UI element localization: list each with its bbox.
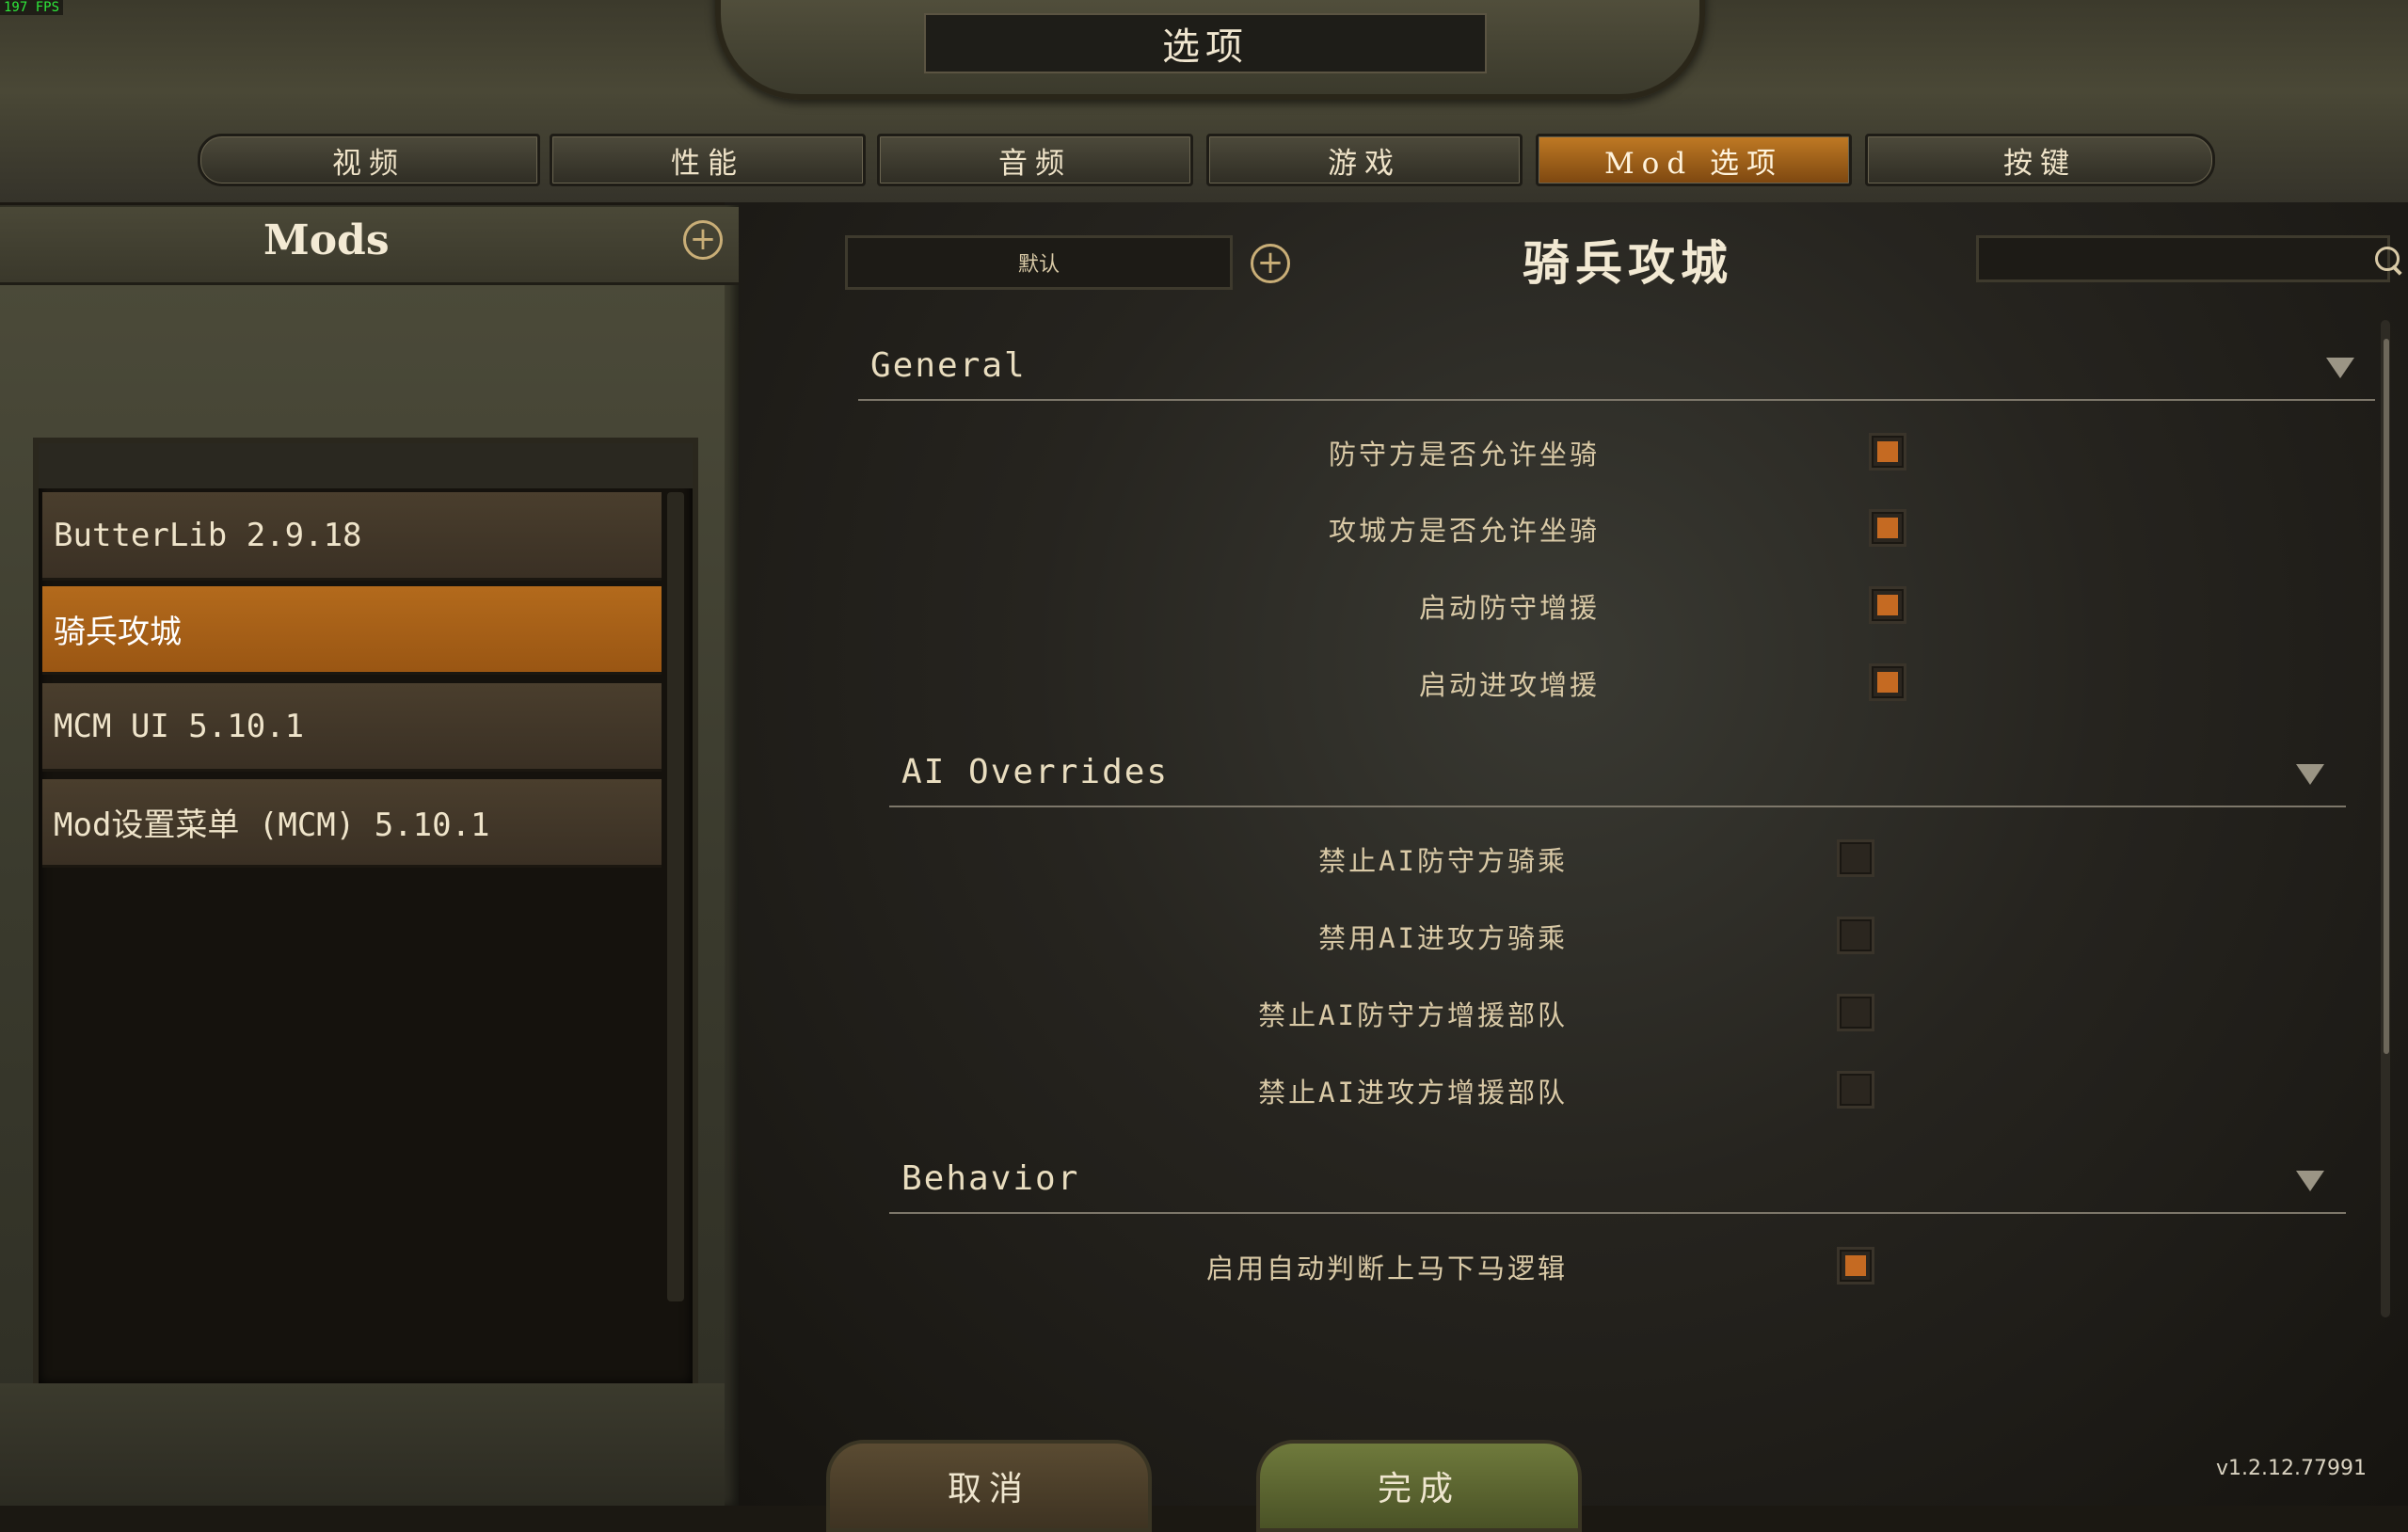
collapse-general-chevron-icon[interactable] xyxy=(2326,358,2354,378)
tab-video[interactable]: 视频 xyxy=(198,134,540,186)
option-checkbox[interactable] xyxy=(1869,586,1906,624)
option-label: 禁止AI防守方增援部队 xyxy=(1258,999,1568,1031)
done-button[interactable]: 完成 xyxy=(1256,1440,1582,1532)
add-preset-plus-icon[interactable]: + xyxy=(1251,244,1290,283)
mod-item-mcm[interactable]: Mod设置菜单 (MCM) 5.10.1 xyxy=(42,779,662,868)
option-label: 启动防守增援 xyxy=(1418,592,1600,624)
mod-list-scrollbar[interactable] xyxy=(667,492,684,1301)
tab-mod-options[interactable]: Mod 选项 xyxy=(1536,134,1852,186)
option-checkbox[interactable] xyxy=(1837,994,1874,1031)
search-icon[interactable] xyxy=(2375,247,2400,271)
option-label: 启用自动判断上马下马逻辑 xyxy=(1205,1253,1568,1285)
group-divider xyxy=(889,1212,2346,1214)
tab-game[interactable]: 游戏 xyxy=(1206,134,1523,186)
cancel-button[interactable]: 取消 xyxy=(826,1440,1152,1532)
tab-keybinds[interactable]: 按键 xyxy=(1865,134,2215,186)
tab-bar: 视频 性能 音频 游戏 Mod 选项 按键 xyxy=(198,134,2215,186)
window-title: 选项 xyxy=(924,13,1487,73)
search-input[interactable] xyxy=(1976,235,2390,282)
tab-performance[interactable]: 性能 xyxy=(550,134,866,186)
option-checkbox[interactable] xyxy=(1837,839,1874,877)
option-checkbox[interactable] xyxy=(1837,917,1874,954)
mods-panel-footer xyxy=(0,1383,725,1506)
option-label: 攻城方是否允许坐骑 xyxy=(1328,515,1600,547)
mod-list-header xyxy=(39,443,693,488)
group-title-general: General xyxy=(870,346,1027,385)
mod-item-cavalry-siege[interactable]: 骑兵攻城 xyxy=(42,586,662,675)
mods-title: Mods xyxy=(263,216,390,264)
option-label: 防守方是否允许坐骑 xyxy=(1328,439,1600,471)
group-title-behavior: Behavior xyxy=(901,1159,1080,1198)
version-label: v1.2.12.77991 xyxy=(2216,1457,2367,1480)
option-label: 启动进攻增援 xyxy=(1418,669,1600,701)
tab-audio[interactable]: 音频 xyxy=(877,134,1193,186)
collapse-behavior-chevron-icon[interactable] xyxy=(2296,1171,2324,1191)
preset-select[interactable]: 默认 xyxy=(845,235,1233,290)
mod-item-mcm-ui[interactable]: MCM UI 5.10.1 xyxy=(42,683,662,772)
option-label: 禁止AI进攻方增援部队 xyxy=(1258,1077,1568,1109)
settings-mod-title: 骑兵攻城 xyxy=(1523,235,1733,291)
mod-item-butterlib[interactable]: ButterLib 2.9.18 xyxy=(42,492,662,581)
option-checkbox[interactable] xyxy=(1869,663,1906,701)
option-checkbox[interactable] xyxy=(1869,433,1906,471)
settings-scrollbar-thumb[interactable] xyxy=(2384,339,2389,1054)
option-label: 禁用AI进攻方骑乘 xyxy=(1318,922,1568,954)
group-divider xyxy=(858,399,2375,401)
group-divider xyxy=(889,806,2346,807)
option-label: 禁止AI防守方骑乘 xyxy=(1318,845,1568,877)
add-mod-plus-icon[interactable]: + xyxy=(683,220,723,260)
option-checkbox[interactable] xyxy=(1869,509,1906,547)
mod-list: ButterLib 2.9.18 骑兵攻城 MCM UI 5.10.1 Mod设… xyxy=(33,438,698,1390)
option-checkbox[interactable] xyxy=(1837,1247,1874,1285)
fps-counter: 197 FPS xyxy=(0,0,64,15)
option-checkbox[interactable] xyxy=(1837,1071,1874,1109)
collapse-ai-overrides-chevron-icon[interactable] xyxy=(2296,764,2324,785)
group-title-ai-overrides: AI Overrides xyxy=(901,753,1170,791)
